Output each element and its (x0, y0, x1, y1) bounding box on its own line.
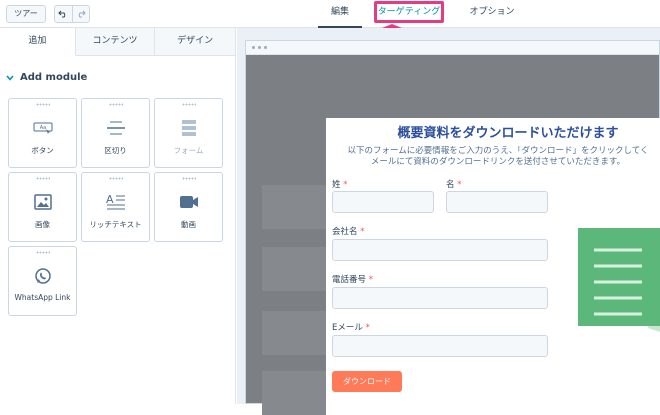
drag-handle-icon[interactable] (36, 103, 50, 106)
browser-bar (246, 41, 659, 55)
email-field[interactable] (332, 335, 548, 357)
drag-handle-icon[interactable] (109, 103, 123, 106)
field-label-company: 会社名 * (332, 227, 365, 237)
drag-handle-icon[interactable] (36, 177, 50, 180)
module-rich-text[interactable]: A リッチテキスト (81, 172, 150, 242)
popup-form-module[interactable]: 概要資料をダウンロードいただけます 以下のフォームに必要情報をご入力のうえ、「ダ… (326, 118, 660, 404)
undo-icon[interactable] (55, 6, 72, 22)
module-form[interactable]: フォーム (154, 98, 223, 168)
editor-top-bar: ツアー 編集 ターゲティング オプション (0, 0, 660, 28)
whatsapp-icon (34, 265, 52, 287)
module-image[interactable]: 画像 (8, 172, 77, 242)
video-icon (179, 191, 199, 213)
undo-redo-group (54, 5, 90, 23)
section-title: Add module (20, 72, 88, 83)
tab-options[interactable]: オプション (462, 0, 522, 28)
field-label-last-name: 姓 * (332, 180, 348, 190)
image-icon (33, 191, 52, 213)
popup-description: 以下のフォームに必要情報をご入力のうえ、「ダウンロード」をクリックしてく メール… (347, 146, 649, 167)
drag-handle-icon[interactable] (109, 177, 123, 180)
sidebar-tabs: 追加 コンテンツ デザイン (0, 28, 235, 56)
tour-button[interactable]: ツアー (6, 5, 46, 23)
background-block (262, 185, 326, 229)
svg-text:A: A (106, 193, 114, 206)
redo-icon[interactable] (71, 6, 90, 22)
document-illustration (578, 228, 660, 332)
background-block (262, 247, 326, 291)
drag-handle-icon[interactable] (182, 103, 196, 106)
first-name-field[interactable] (446, 191, 548, 213)
drag-handle-icon[interactable] (36, 251, 50, 254)
background-block (262, 371, 326, 415)
module-label: 区切り (104, 146, 127, 155)
tab-contents[interactable]: コンテンツ (75, 28, 156, 55)
module-sidebar: 追加 コンテンツ デザイン Add module Aa ボタン 区切り フォーム… (0, 28, 236, 404)
download-button[interactable]: ダウンロード (332, 371, 402, 392)
field-label-email: Eメール * (332, 323, 370, 333)
popup-title: 概要資料をダウンロードいただけます (397, 126, 619, 141)
drag-handle-icon[interactable] (182, 177, 196, 180)
module-whatsapp-link[interactable]: WhatsApp Link (8, 246, 77, 316)
field-label-first-name: 名 * (446, 180, 462, 190)
module-label: WhatsApp Link (14, 293, 71, 302)
rich-text-icon: A (106, 191, 126, 213)
tab-design[interactable]: デザイン (155, 28, 235, 55)
module-label: リッチテキスト (89, 220, 142, 229)
background-block (262, 311, 326, 355)
module-label: フォーム (173, 146, 204, 155)
chevron-down-icon (6, 75, 14, 81)
module-divider[interactable]: 区切り (81, 98, 150, 168)
tab-add[interactable]: 追加 (0, 28, 76, 56)
tab-targeting[interactable]: ターゲティング (374, 1, 444, 23)
field-label-phone: 電話番号 * (332, 275, 373, 285)
last-name-field[interactable] (332, 191, 434, 213)
module-button[interactable]: Aa ボタン (8, 98, 77, 168)
module-label: 動画 (181, 220, 196, 229)
module-video[interactable]: 動画 (154, 172, 223, 242)
module-label: ボタン (31, 146, 54, 155)
divider-icon (106, 117, 126, 139)
form-icon (181, 117, 197, 139)
module-grid: Aa ボタン 区切り フォーム 画像 A リッチテキスト 動画 WhatsApp… (8, 98, 226, 316)
module-label: 画像 (35, 220, 50, 229)
add-module-header[interactable]: Add module (6, 72, 87, 83)
company-field[interactable] (332, 239, 548, 261)
button-icon: Aa (33, 117, 53, 139)
phone-field[interactable] (332, 287, 548, 309)
svg-text:Aa: Aa (39, 125, 45, 131)
tab-edit[interactable]: 編集 (318, 0, 362, 28)
